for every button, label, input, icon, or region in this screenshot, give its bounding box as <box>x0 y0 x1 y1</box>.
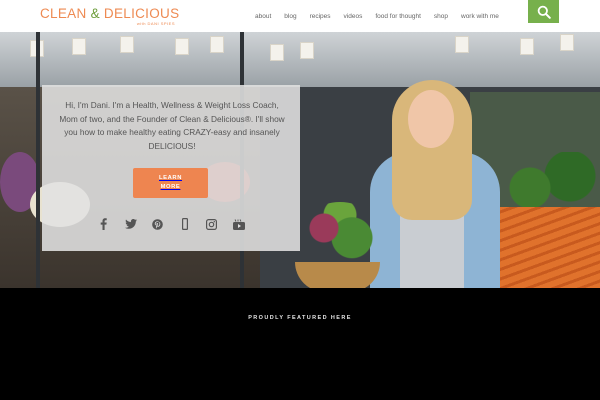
nav-item-work-with-me[interactable]: work with me <box>461 13 499 20</box>
price-sign <box>455 36 469 53</box>
price-sign <box>120 36 134 53</box>
instagram-icon[interactable] <box>206 218 218 230</box>
site-header: CLEAN & DELICIOUS with DANI SPIES about … <box>0 0 600 32</box>
featured-heading: PROUDLY FEATURED HERE <box>248 315 352 321</box>
nav-item-shop[interactable]: shop <box>434 13 448 20</box>
search-icon <box>537 5 551 19</box>
price-sign <box>300 42 314 59</box>
learn-more-button[interactable]: LEARN MORE <box>133 168 208 198</box>
logo-ampersand: & <box>86 6 104 21</box>
twitter-icon[interactable] <box>124 218 137 230</box>
price-sign <box>520 38 534 55</box>
price-sign <box>210 36 224 53</box>
logo-tagline: with DANI SPIES <box>136 21 175 26</box>
featured-section: PROUDLY FEATURED HERE <box>0 288 600 400</box>
price-sign <box>72 38 86 55</box>
facebook-icon[interactable] <box>98 218 110 230</box>
search-button[interactable] <box>528 0 559 23</box>
logo-word-delicious: DELICIOUS <box>103 6 180 21</box>
produce-basket <box>295 262 380 288</box>
logo-word-clean: CLEAN <box>40 6 87 21</box>
nav-item-food-for-thought[interactable]: food for thought <box>375 13 421 20</box>
market-canopy <box>0 32 600 87</box>
price-sign <box>270 44 284 61</box>
youtube-icon[interactable] <box>232 218 245 230</box>
person-face <box>408 90 454 148</box>
page: CLEAN & DELICIOUS with DANI SPIES about … <box>0 0 600 400</box>
learn-more-label: LEARN MORE <box>159 175 182 190</box>
nav-item-blog[interactable]: blog <box>284 13 296 20</box>
social-links <box>42 218 300 236</box>
vegetable-bunch <box>300 202 380 267</box>
greens-pile <box>500 152 600 212</box>
mobile-icon[interactable] <box>179 218 191 230</box>
tent-pole <box>36 32 40 288</box>
nav-item-recipes[interactable]: recipes <box>310 13 331 20</box>
site-logo[interactable]: CLEAN & DELICIOUS with DANI SPIES <box>40 6 179 28</box>
intro-text: Hi, I'm Dani. I'm a Health, Wellness & W… <box>59 100 285 151</box>
price-sign <box>175 38 189 55</box>
nav-item-about[interactable]: about <box>255 13 271 20</box>
pinterest-icon[interactable] <box>152 218 164 230</box>
price-sign <box>560 34 574 51</box>
logo-wordmark: CLEAN & DELICIOUS <box>40 6 179 21</box>
main-nav: about blog recipes videos food for thoug… <box>255 0 512 32</box>
nav-item-videos[interactable]: videos <box>344 13 363 20</box>
carrot-pile <box>492 207 600 288</box>
